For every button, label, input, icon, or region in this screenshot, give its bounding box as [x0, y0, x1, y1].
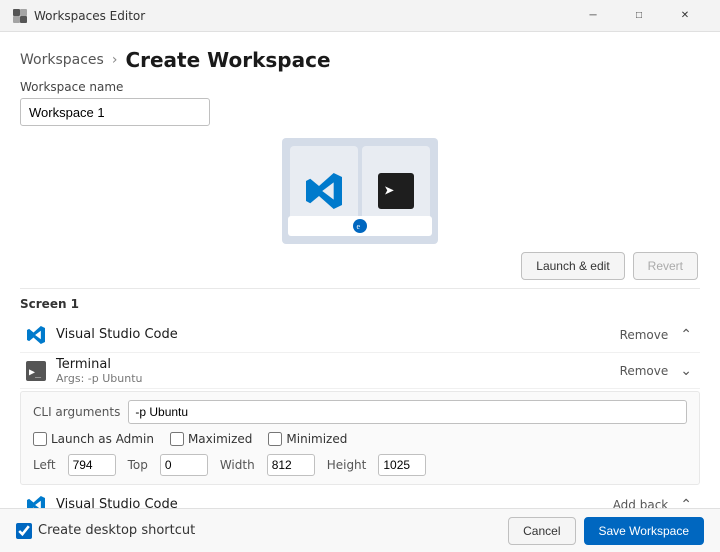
- maximized-checkbox-label[interactable]: Maximized: [170, 432, 252, 446]
- action-row: Launch & edit Revert: [20, 252, 700, 280]
- vscode-icon-1: [24, 323, 48, 347]
- workspace-name-input[interactable]: [20, 98, 210, 126]
- maximized-text: Maximized: [188, 432, 252, 446]
- desktop-shortcut-label[interactable]: Create desktop shortcut: [16, 523, 508, 539]
- height-input[interactable]: [378, 454, 426, 476]
- left-input[interactable]: [68, 454, 116, 476]
- breadcrumb-parent[interactable]: Workspaces: [20, 52, 104, 68]
- app-action-terminal: Remove: [620, 364, 669, 378]
- app-icon: [12, 8, 28, 24]
- revert-button[interactable]: Revert: [633, 252, 698, 280]
- app-name-vscode1: Visual Studio Code: [56, 327, 620, 342]
- title-bar-controls: ─ □ ✕: [570, 0, 708, 32]
- checkbox-row: Launch as Admin Maximized Minimized: [33, 432, 687, 446]
- launch-edit-button[interactable]: Launch & edit: [521, 252, 624, 280]
- main-container: Workspaces › Create Workspace Workspace …: [0, 32, 720, 552]
- launch-as-admin-text: Launch as Admin: [51, 432, 154, 446]
- top-label: Top: [128, 458, 148, 472]
- page-title: Create Workspace: [125, 48, 330, 72]
- height-label: Height: [327, 458, 367, 472]
- svg-text:▶_: ▶_: [29, 367, 42, 378]
- app-action-vscode2: Add back: [613, 498, 669, 509]
- footer-buttons: Cancel Save Workspace: [508, 517, 704, 545]
- app-action-vscode1: Remove: [620, 328, 669, 342]
- desktop-shortcut-checkbox[interactable]: [16, 523, 32, 539]
- minimized-text: Minimized: [286, 432, 347, 446]
- cli-args-row: CLI arguments: [33, 400, 687, 424]
- position-row: Left Top Width Height: [33, 454, 687, 476]
- app-row: Visual Studio Code Remove ⌃: [20, 317, 700, 353]
- cli-args-label: CLI arguments: [33, 405, 120, 419]
- title-bar: Workspaces Editor ─ □ ✕: [0, 0, 720, 32]
- workspace-name-label: Workspace name: [20, 80, 700, 94]
- desktop-shortcut-text: Create desktop shortcut: [38, 523, 195, 538]
- app-row-vscode2: Visual Studio Code Add back ⌃: [20, 487, 700, 508]
- chevron-down-vscode2[interactable]: ⌃: [676, 494, 696, 508]
- terminal-app-row: ▶_ Terminal Args: -p Ubuntu Remove ⌄: [20, 353, 700, 389]
- breadcrumb-separator: ›: [112, 52, 118, 68]
- preview-area: ➤ e: [20, 138, 700, 244]
- maximize-button[interactable]: □: [616, 0, 662, 32]
- svg-text:e: e: [357, 222, 361, 231]
- screen-label: Screen 1: [20, 297, 700, 311]
- cli-args-input[interactable]: [128, 400, 687, 424]
- app-name-terminal: Terminal Args: -p Ubuntu: [56, 357, 620, 385]
- app-name-vscode2: Visual Studio Code: [56, 497, 613, 508]
- launch-as-admin-checkbox-label[interactable]: Launch as Admin: [33, 432, 154, 446]
- minimized-checkbox[interactable]: [268, 432, 282, 446]
- preview-container: ➤ e: [282, 138, 438, 244]
- footer: Create desktop shortcut Cancel Save Work…: [0, 508, 720, 552]
- header: Workspaces › Create Workspace: [0, 32, 720, 80]
- breadcrumb: Workspaces › Create Workspace: [20, 48, 700, 72]
- content-area: Workspace name ➤: [0, 80, 720, 508]
- minimize-button[interactable]: ─: [570, 0, 616, 32]
- save-workspace-button[interactable]: Save Workspace: [584, 517, 705, 545]
- terminal-subtitle: Args: -p Ubuntu: [56, 372, 620, 385]
- top-input[interactable]: [160, 454, 208, 476]
- svg-text:➤: ➤: [384, 181, 395, 202]
- cancel-button[interactable]: Cancel: [508, 517, 575, 545]
- maximized-checkbox[interactable]: [170, 432, 184, 446]
- chevron-up-terminal[interactable]: ⌄: [676, 360, 696, 381]
- workspace-name-group: Workspace name: [20, 80, 700, 126]
- title-bar-text: Workspaces Editor: [34, 9, 570, 23]
- terminal-icon: ▶_: [24, 359, 48, 383]
- width-label: Width: [220, 458, 255, 472]
- vscode-icon-2: [24, 493, 48, 509]
- chevron-down-vscode1[interactable]: ⌃: [676, 324, 696, 345]
- screen-section: Screen 1 Visual Studio Code Remove ⌃ ▶_: [20, 288, 700, 508]
- terminal-expanded-panel: CLI arguments Launch as Admin Maximized …: [20, 391, 700, 485]
- left-label: Left: [33, 458, 56, 472]
- preview-taskbar: e: [288, 216, 432, 236]
- close-button[interactable]: ✕: [662, 0, 708, 32]
- width-input[interactable]: [267, 454, 315, 476]
- minimized-checkbox-label[interactable]: Minimized: [268, 432, 347, 446]
- launch-as-admin-checkbox[interactable]: [33, 432, 47, 446]
